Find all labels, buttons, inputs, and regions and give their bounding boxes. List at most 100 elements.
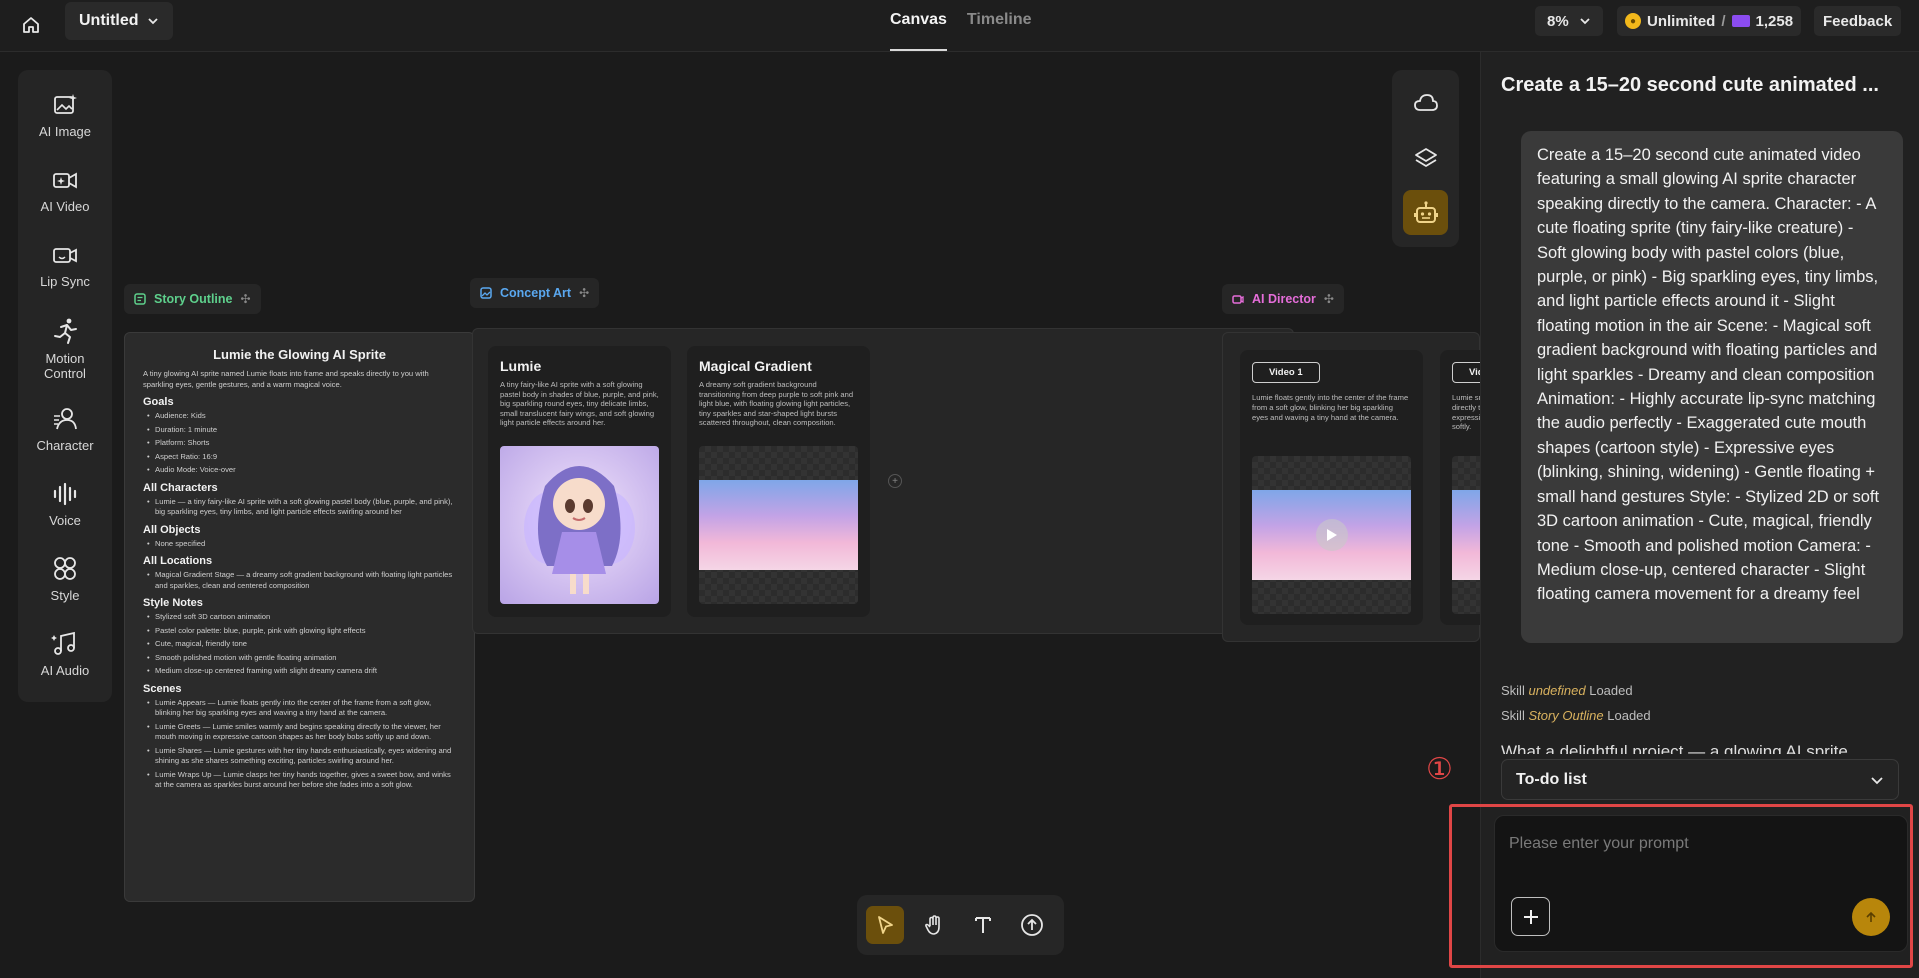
move-handle-icon[interactable]: ✣ [1324,292,1334,306]
video-card-desc: Lumie floats gently into the center of t… [1252,393,1409,422]
skill-name: undefined [1528,683,1586,698]
tool-label: Voice [49,513,81,528]
tool-ai-image[interactable]: AI Image [18,92,112,139]
plus-icon [1523,909,1538,924]
tool-voice[interactable]: Voice [18,481,112,528]
project-title-dropdown[interactable]: Untitled [65,2,173,40]
list-item: Smooth polished motion with gentle float… [147,653,456,664]
video-sparkle-icon [53,172,77,189]
canvas-controls [1392,70,1459,247]
list-item: Pastel color palette: blue, purple, pink… [147,626,456,637]
tool-label: Style [50,588,80,603]
tool-ai-audio[interactable]: AI Audio [18,631,112,678]
tool-label: Character [36,438,94,453]
locations-heading: All Locations [143,555,213,567]
story-outline-card[interactable]: Lumie the Glowing AI Sprite A tiny glowi… [124,332,475,902]
user-message-bubble: Create a 15–20 second cute animated vide… [1521,131,1903,643]
tool-lip-sync[interactable]: Lip Sync [18,242,112,289]
characters-list: Lumie — a tiny fairy-like AI sprite with… [143,497,456,518]
characters-heading: All Characters [143,481,218,494]
story-title: Lumie the Glowing AI Sprite [213,347,386,362]
chat-title: Create a 15–20 second cute animated ... [1501,74,1879,96]
tool-motion-control[interactable]: Motion Control [18,317,112,381]
concept-card-title: Magical Gradient [699,358,812,374]
canvas-tool-dock [857,895,1064,955]
group-title: AI Director [1252,292,1316,306]
assistant-message-partial: What a delightful project — a glowing AI… [1501,742,1848,754]
chevron-down-icon [147,18,158,25]
list-item: Lumie Greets — Lumie smiles warmly and b… [147,722,456,743]
chevron-down-icon [1871,776,1883,784]
move-handle-icon[interactable]: ✣ [240,292,250,306]
skill-status-2: Skill Story Outline Loaded [1501,708,1651,723]
select-tool-button[interactable] [866,906,904,944]
feedback-button[interactable]: Feedback [1814,6,1902,36]
fairy-illustration-icon [524,466,635,594]
credits-badge[interactable]: ● Unlimited / 1,258 [1617,6,1802,36]
concept-card-magical-gradient[interactable]: Magical Gradient A dreamy soft gradient … [687,346,870,617]
group-title: Story Outline [154,292,233,306]
objects-heading: All Objects [143,523,201,536]
concept-card-desc: A dreamy soft gradient background transi… [699,380,854,427]
video-badge: Video 1 [1252,362,1320,383]
hand-icon [925,915,940,935]
list-item: Audience: Kids [147,411,456,422]
annotation-marker: ① [1426,752,1453,787]
prompt-composer [1494,815,1908,952]
send-button[interactable] [1852,898,1890,936]
tab-timeline[interactable]: Timeline [967,0,1032,52]
list-item: None specified [147,539,456,550]
upload-tool-button[interactable] [1013,906,1051,944]
hand-tool-button[interactable] [915,906,953,944]
chevron-down-icon [1580,18,1590,25]
concept-card-title: Lumie [500,358,542,374]
home-button[interactable] [16,10,46,40]
list-item: Lumie — a tiny fairy-like AI sprite with… [147,497,456,518]
layers-icon [1414,147,1437,167]
play-button[interactable] [1315,519,1348,551]
group-label-concept-art[interactable]: Concept Art ✣ [470,278,600,308]
layers-button[interactable] [1403,135,1448,180]
list-item: Lumie Shares — Lumie gestures with her t… [147,746,456,767]
character-icon [54,408,77,430]
prompt-input[interactable] [1509,832,1889,856]
plan-label: Unlimited [1647,12,1716,30]
zoom-dropdown[interactable]: 8% [1535,6,1603,36]
credits-separator: / [1721,12,1726,30]
video-card-2[interactable]: Video 2 Lumie smiles warmly and begins s… [1440,350,1480,625]
zoom-level: 8% [1547,12,1569,30]
tool-style[interactable]: Style [18,556,112,603]
list-item: Cute, magical, friendly tone [147,639,456,650]
tool-label: AI Audio [40,663,90,678]
concept-card-lumie[interactable]: Lumie A tiny fairy-like AI sprite with a… [488,346,671,617]
group-label-story-outline[interactable]: Story Outline ✣ [124,284,261,314]
scenes-heading: Scenes [143,682,182,695]
tool-label: Motion Control [44,351,86,381]
tool-character[interactable]: Character [18,406,112,453]
video-card-1[interactable]: Video 1 Lumie floats gently into the cen… [1240,350,1423,625]
ai-agent-button[interactable] [1403,190,1448,235]
video-badge: Video 2 [1452,362,1480,383]
tab-canvas[interactable]: Canvas [890,0,947,52]
list-item: Lumie Wraps Up — Lumie clasps her tiny h… [147,770,456,791]
image-sparkle-icon [54,94,77,114]
attach-button[interactable] [1511,897,1550,936]
cloud-button[interactable] [1403,80,1448,125]
list-item: Medium close-up centered framing with sl… [147,666,456,677]
skill-suffix: Loaded [1589,683,1633,698]
style-notes-list: Stylized soft 3D cartoon animation Paste… [143,612,456,677]
tool-ai-video[interactable]: AI Video [18,167,112,214]
project-title: Untitled [79,12,139,29]
add-node-button[interactable]: + [888,474,902,488]
todo-list-dropdown[interactable]: To-do list [1501,759,1899,800]
view-tabs: Canvas Timeline [890,0,1032,52]
text-tool-button[interactable] [964,906,1002,944]
audio-wave-icon [53,482,77,506]
tool-label: AI Image [38,124,92,139]
move-handle-icon[interactable]: ✣ [579,286,589,300]
home-icon [23,17,39,33]
list-item: Magical Gradient Stage — a dreamy soft g… [147,570,456,591]
group-label-ai-director[interactable]: AI Director ✣ [1222,284,1344,314]
skill-status-1: Skill undefined Loaded [1501,683,1633,698]
tool-label: AI Video [40,199,90,214]
